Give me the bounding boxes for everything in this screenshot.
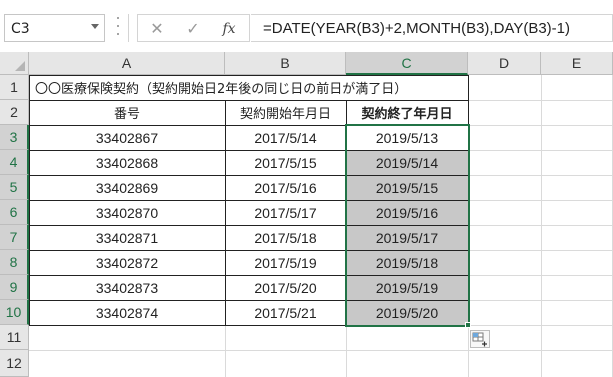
table-border xyxy=(225,100,226,326)
table-cell[interactable]: 2017/5/14 xyxy=(225,125,346,150)
table-cell[interactable]: 2017/5/20 xyxy=(225,275,346,300)
name-box-value: C3 xyxy=(11,21,30,37)
divider xyxy=(128,14,129,42)
row-header-1[interactable]: 1 xyxy=(0,75,29,100)
column-header-a[interactable]: A xyxy=(29,52,225,75)
table-cell[interactable]: 33402874 xyxy=(29,300,225,325)
select-all-button[interactable] xyxy=(0,52,29,75)
formula-bar-area: C3 ✕ ✓ fx =DATE(YEAR(B3)+2,MONTH(B3),DAY… xyxy=(0,0,613,52)
row-header-11[interactable]: 11 xyxy=(0,325,29,350)
cancel-icon[interactable]: ✕ xyxy=(146,19,168,39)
name-box[interactable]: C3 xyxy=(4,14,105,42)
table-cell[interactable]: 2017/5/18 xyxy=(225,225,346,250)
table-cell[interactable]: 2017/5/21 xyxy=(225,300,346,325)
table-cell[interactable]: 33402867 xyxy=(29,125,225,150)
table-cell[interactable]: 33402869 xyxy=(29,175,225,200)
table-border xyxy=(346,100,347,326)
table-border xyxy=(29,175,469,176)
row-header-2[interactable]: 2 xyxy=(0,100,29,125)
table-cell[interactable]: 33402871 xyxy=(29,225,225,250)
table-cell[interactable]: 2017/5/15 xyxy=(225,150,346,175)
table-cell[interactable]: 2019/5/16 xyxy=(346,200,468,225)
table-cell[interactable]: 2017/5/16 xyxy=(225,175,346,200)
table-cell[interactable]: 33402873 xyxy=(29,275,225,300)
formula-buttons: ✕ ✓ fx xyxy=(137,14,250,42)
enter-check-icon[interactable]: ✓ xyxy=(182,19,204,39)
table-border xyxy=(29,325,469,326)
table-cell[interactable]: 33402872 xyxy=(29,250,225,275)
chevron-down-icon[interactable] xyxy=(91,24,99,29)
table-cell[interactable]: 33402870 xyxy=(29,200,225,225)
header-cell-end-date[interactable]: 契約終了年月日 xyxy=(346,100,468,125)
header-cell-number[interactable]: 番号 xyxy=(29,100,225,125)
table-border xyxy=(29,200,469,201)
column-header-e[interactable]: E xyxy=(541,52,613,75)
vertical-ellipsis-icon[interactable] xyxy=(116,17,120,35)
gridline xyxy=(541,75,542,377)
column-header-d[interactable]: D xyxy=(468,52,541,75)
table-cell[interactable]: 2017/5/17 xyxy=(225,200,346,225)
table-border xyxy=(29,275,469,276)
table-cell[interactable]: 2017/5/19 xyxy=(225,250,346,275)
table-border xyxy=(29,150,469,151)
row-header-9[interactable]: 9 xyxy=(0,275,29,300)
row-header-7[interactable]: 7 xyxy=(0,225,29,250)
table-border xyxy=(29,250,469,251)
column-header-c[interactable]: C xyxy=(346,52,468,75)
header-cell-start-date[interactable]: 契約開始年月日 xyxy=(225,100,346,125)
table-border xyxy=(29,75,469,76)
row-header-4[interactable]: 4 xyxy=(0,150,29,175)
insert-function-icon[interactable]: fx xyxy=(218,19,240,39)
table-cell[interactable]: 2019/5/20 xyxy=(346,300,468,325)
column-header-b[interactable]: B xyxy=(225,52,346,75)
table-cell[interactable]: 2019/5/19 xyxy=(346,275,468,300)
table-cell[interactable]: 2019/5/15 xyxy=(346,175,468,200)
worksheet: A B C D E 1 2 3 4 5 6 7 8 9 10 11 12 〇〇医… xyxy=(0,52,613,377)
table-border xyxy=(29,75,30,326)
table-border xyxy=(29,100,469,101)
table-border xyxy=(29,125,469,126)
active-cell[interactable]: 2019/5/13 xyxy=(346,125,468,150)
row-header-6[interactable]: 6 xyxy=(0,200,29,225)
formula-text: =DATE(YEAR(B3)+2,MONTH(B3),DAY(B3)-1) xyxy=(263,20,570,37)
row-header-5[interactable]: 5 xyxy=(0,175,29,200)
row-header-3[interactable]: 3 xyxy=(0,125,29,150)
table-border xyxy=(29,300,469,301)
quick-analysis-icon[interactable] xyxy=(470,330,490,348)
table-border xyxy=(468,75,469,326)
gridline xyxy=(29,350,613,351)
fill-handle[interactable] xyxy=(465,322,471,328)
sheet-title[interactable]: 〇〇医療保険契約（契約開始日2年後の同じ日の前日が満了日） xyxy=(29,75,407,100)
row-header-8[interactable]: 8 xyxy=(0,250,29,275)
table-cell[interactable]: 2019/5/17 xyxy=(346,225,468,250)
row-header-10[interactable]: 10 xyxy=(0,300,29,325)
formula-input[interactable]: =DATE(YEAR(B3)+2,MONTH(B3),DAY(B3)-1) xyxy=(251,14,613,42)
row-header-12[interactable]: 12 xyxy=(0,350,29,377)
table-cell[interactable]: 2019/5/14 xyxy=(346,150,468,175)
table-cell[interactable]: 33402868 xyxy=(29,150,225,175)
table-border xyxy=(29,225,469,226)
table-cell[interactable]: 2019/5/18 xyxy=(346,250,468,275)
